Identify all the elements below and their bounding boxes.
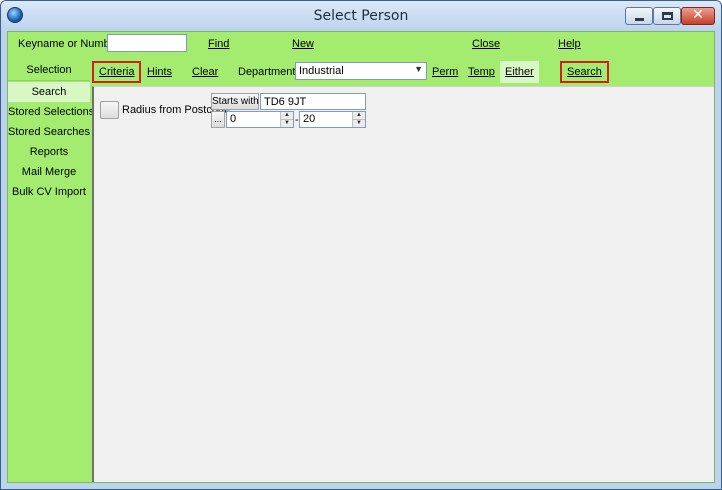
temp-option[interactable]: Temp	[463, 61, 500, 83]
sidebar-header-selection: Selection	[8, 60, 90, 81]
radius-toggle-button[interactable]	[100, 101, 119, 119]
help-link[interactable]: Help	[558, 38, 581, 50]
sidebar-item-stored-searches[interactable]: Stored Searches	[8, 122, 90, 142]
maximize-button[interactable]	[653, 7, 681, 25]
title-bar: Select Person ✕	[1, 1, 721, 31]
spin-down-icon[interactable]: ▼	[281, 120, 293, 127]
perm-option[interactable]: Perm	[427, 61, 463, 83]
select-person-window: Select Person ✕ Keyname or Number Find N…	[0, 0, 722, 490]
chevron-down-icon: ▼	[414, 64, 423, 74]
maximize-icon	[662, 12, 673, 20]
spin-down-icon[interactable]: ▼	[353, 120, 365, 127]
sidebar-item-stored-selections[interactable]: Stored Selections	[8, 102, 94, 122]
top-toolbar: Keyname or Number Find New Close Help	[8, 32, 714, 58]
search-button[interactable]: Search	[560, 61, 609, 83]
department-value: Industrial	[299, 65, 344, 77]
criteria-tab[interactable]: Criteria	[92, 61, 142, 83]
criteria-panel: Radius from Postcode Starts with ... 0 ▲…	[92, 86, 714, 482]
radius-max-value: 20	[303, 113, 316, 125]
sidebar-item-mail-merge[interactable]: Mail Merge	[8, 162, 90, 182]
sidebar-item-reports[interactable]: Reports	[8, 142, 90, 162]
starts-with-button[interactable]: Starts with	[211, 93, 259, 110]
radius-max-spin-buttons[interactable]: ▲ ▼	[352, 112, 365, 127]
sidebar-item-search[interactable]: Search	[8, 82, 90, 102]
radius-max-stepper[interactable]: 20 ▲ ▼	[299, 111, 366, 128]
keyname-input[interactable]	[107, 34, 187, 52]
either-option[interactable]: Either	[500, 61, 539, 83]
clear-button[interactable]: Clear	[187, 61, 223, 83]
close-link[interactable]: Close	[472, 38, 500, 50]
minimize-icon	[635, 18, 644, 21]
client-area: Keyname or Number Find New Close Help Se…	[7, 31, 715, 483]
spin-up-icon[interactable]: ▲	[281, 112, 293, 120]
keyname-label: Keyname or Number	[18, 38, 120, 50]
find-link[interactable]: Find	[208, 38, 229, 50]
new-link[interactable]: New	[292, 38, 314, 50]
department-select[interactable]: Industrial ▼	[295, 62, 427, 80]
window-title: Select Person	[313, 8, 409, 24]
close-window-button[interactable]: ✕	[681, 7, 715, 25]
radius-min-stepper[interactable]: 0 ▲ ▼	[226, 111, 294, 128]
minimize-button[interactable]	[625, 7, 653, 25]
sidebar-item-bulk-cv-import[interactable]: Bulk CV Import	[8, 182, 90, 202]
spin-up-icon[interactable]: ▲	[353, 112, 365, 120]
hints-tab[interactable]: Hints	[142, 61, 177, 83]
close-icon: ✕	[692, 7, 704, 23]
sidebar: Selection Search Stored Selections Store…	[8, 60, 94, 482]
radius-min-value: 0	[230, 113, 237, 125]
search-toolbar: Criteria Hints Clear Department Industri…	[92, 60, 714, 84]
radius-min-spin-buttons[interactable]: ▲ ▼	[280, 112, 293, 127]
postcode-input[interactable]	[260, 93, 366, 110]
department-label: Department	[238, 66, 296, 78]
browse-button[interactable]: ...	[211, 111, 225, 128]
